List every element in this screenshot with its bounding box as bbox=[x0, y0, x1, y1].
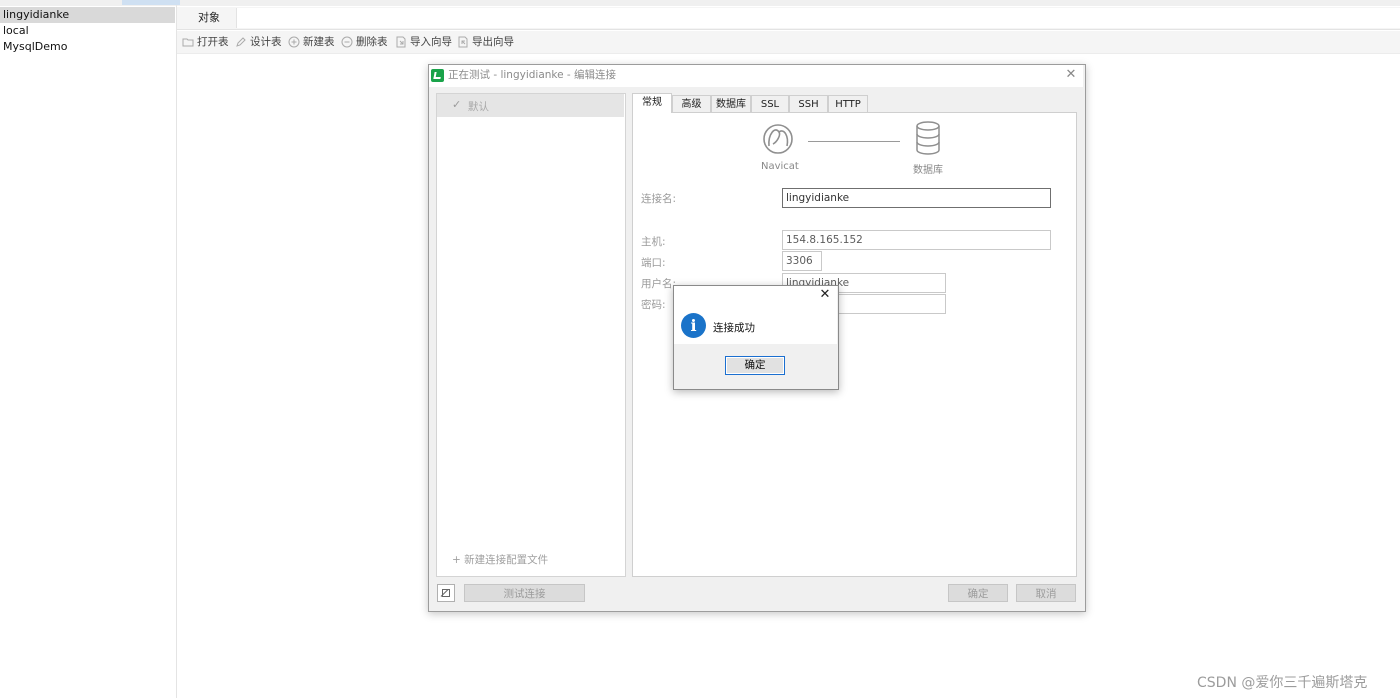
tab-bar-empty-area bbox=[236, 8, 1400, 28]
plus-circle-icon bbox=[288, 36, 300, 48]
import-icon bbox=[395, 36, 407, 48]
design-table-button[interactable]: 设计表 bbox=[235, 34, 282, 50]
tab-http[interactable]: HTTP bbox=[828, 95, 868, 112]
dialog-close-button[interactable]: ✕ bbox=[1064, 68, 1078, 82]
port-label: 端口: bbox=[641, 257, 666, 269]
export-icon bbox=[457, 36, 469, 48]
profile-list bbox=[436, 93, 626, 577]
password-label: 密码: bbox=[641, 299, 666, 311]
top-strip-tab[interactable] bbox=[122, 0, 180, 5]
host-input[interactable]: 154.8.165.152 bbox=[782, 230, 1051, 250]
connection-line bbox=[808, 141, 900, 142]
connection-sidebar: lingyidianke local MysqlDemo bbox=[0, 0, 177, 698]
import-wizard-button[interactable]: 导入向导 bbox=[395, 34, 452, 50]
navicat-icon bbox=[760, 120, 796, 156]
host-label: 主机: bbox=[641, 236, 666, 248]
new-profile-link[interactable]: + 新建连接配置文件 bbox=[452, 552, 548, 567]
design-table-label: 设计表 bbox=[250, 36, 282, 48]
tab-objects[interactable]: 对象 bbox=[183, 8, 235, 28]
dialog-title: 正在测试 - lingyidianke - 编辑连接 bbox=[448, 69, 617, 81]
new-table-label: 新建表 bbox=[303, 36, 335, 48]
top-strip bbox=[177, 0, 1400, 6]
export-wizard-label: 导出向导 bbox=[472, 36, 514, 48]
message-box-close-button[interactable]: ✕ bbox=[818, 288, 832, 302]
tab-databases[interactable]: 数据库 bbox=[711, 95, 751, 112]
check-icon: ✓ bbox=[452, 98, 462, 111]
connection-name-label: 连接名: bbox=[641, 193, 677, 205]
tab-general[interactable]: 常规 bbox=[632, 93, 672, 113]
ok-button[interactable]: 确定 bbox=[948, 584, 1008, 602]
port-input[interactable]: 3306 bbox=[782, 251, 822, 271]
database-icon bbox=[914, 120, 942, 156]
open-table-label: 打开表 bbox=[197, 36, 229, 48]
tab-ssh[interactable]: SSH bbox=[789, 95, 828, 112]
profile-item-default[interactable] bbox=[437, 94, 624, 117]
tab-ssl[interactable]: SSL bbox=[751, 95, 789, 112]
connection-name-input[interactable]: lingyidianke bbox=[782, 188, 1051, 208]
pencil-icon bbox=[235, 36, 247, 48]
profile-default-label: 默认 bbox=[468, 101, 489, 113]
watermark: CSDN @爱你三千遍斯塔克 bbox=[1197, 675, 1368, 691]
import-wizard-label: 导入向导 bbox=[410, 36, 452, 48]
tab-advanced[interactable]: 高级 bbox=[672, 95, 711, 112]
expand-icon[interactable] bbox=[437, 584, 455, 602]
folder-open-icon bbox=[182, 36, 194, 48]
minus-circle-icon bbox=[341, 36, 353, 48]
navicat-label: Navicat bbox=[761, 161, 799, 172]
message-ok-button[interactable]: 确定 bbox=[725, 356, 785, 375]
test-connection-button[interactable]: 测试连接 bbox=[464, 584, 585, 602]
export-wizard-button[interactable]: 导出向导 bbox=[457, 34, 514, 50]
open-table-button[interactable]: 打开表 bbox=[182, 34, 229, 50]
delete-table-button[interactable]: 删除表 bbox=[341, 34, 388, 50]
username-label: 用户名: bbox=[641, 278, 677, 290]
connection-item-mysqldemo[interactable]: MysqlDemo bbox=[0, 39, 175, 55]
delete-table-label: 删除表 bbox=[356, 36, 388, 48]
cancel-button[interactable]: 取消 bbox=[1016, 584, 1076, 602]
new-table-button[interactable]: 新建表 bbox=[288, 34, 335, 50]
database-label: 数据库 bbox=[913, 165, 943, 176]
info-icon: i bbox=[681, 313, 706, 338]
connection-item-local[interactable]: local bbox=[0, 23, 175, 39]
message-box-title-bar[interactable] bbox=[674, 286, 837, 304]
message-text: 连接成功 bbox=[713, 322, 755, 334]
navicat-logo-icon bbox=[431, 69, 444, 82]
connection-item-lingyidianke[interactable]: lingyidianke bbox=[0, 7, 175, 23]
